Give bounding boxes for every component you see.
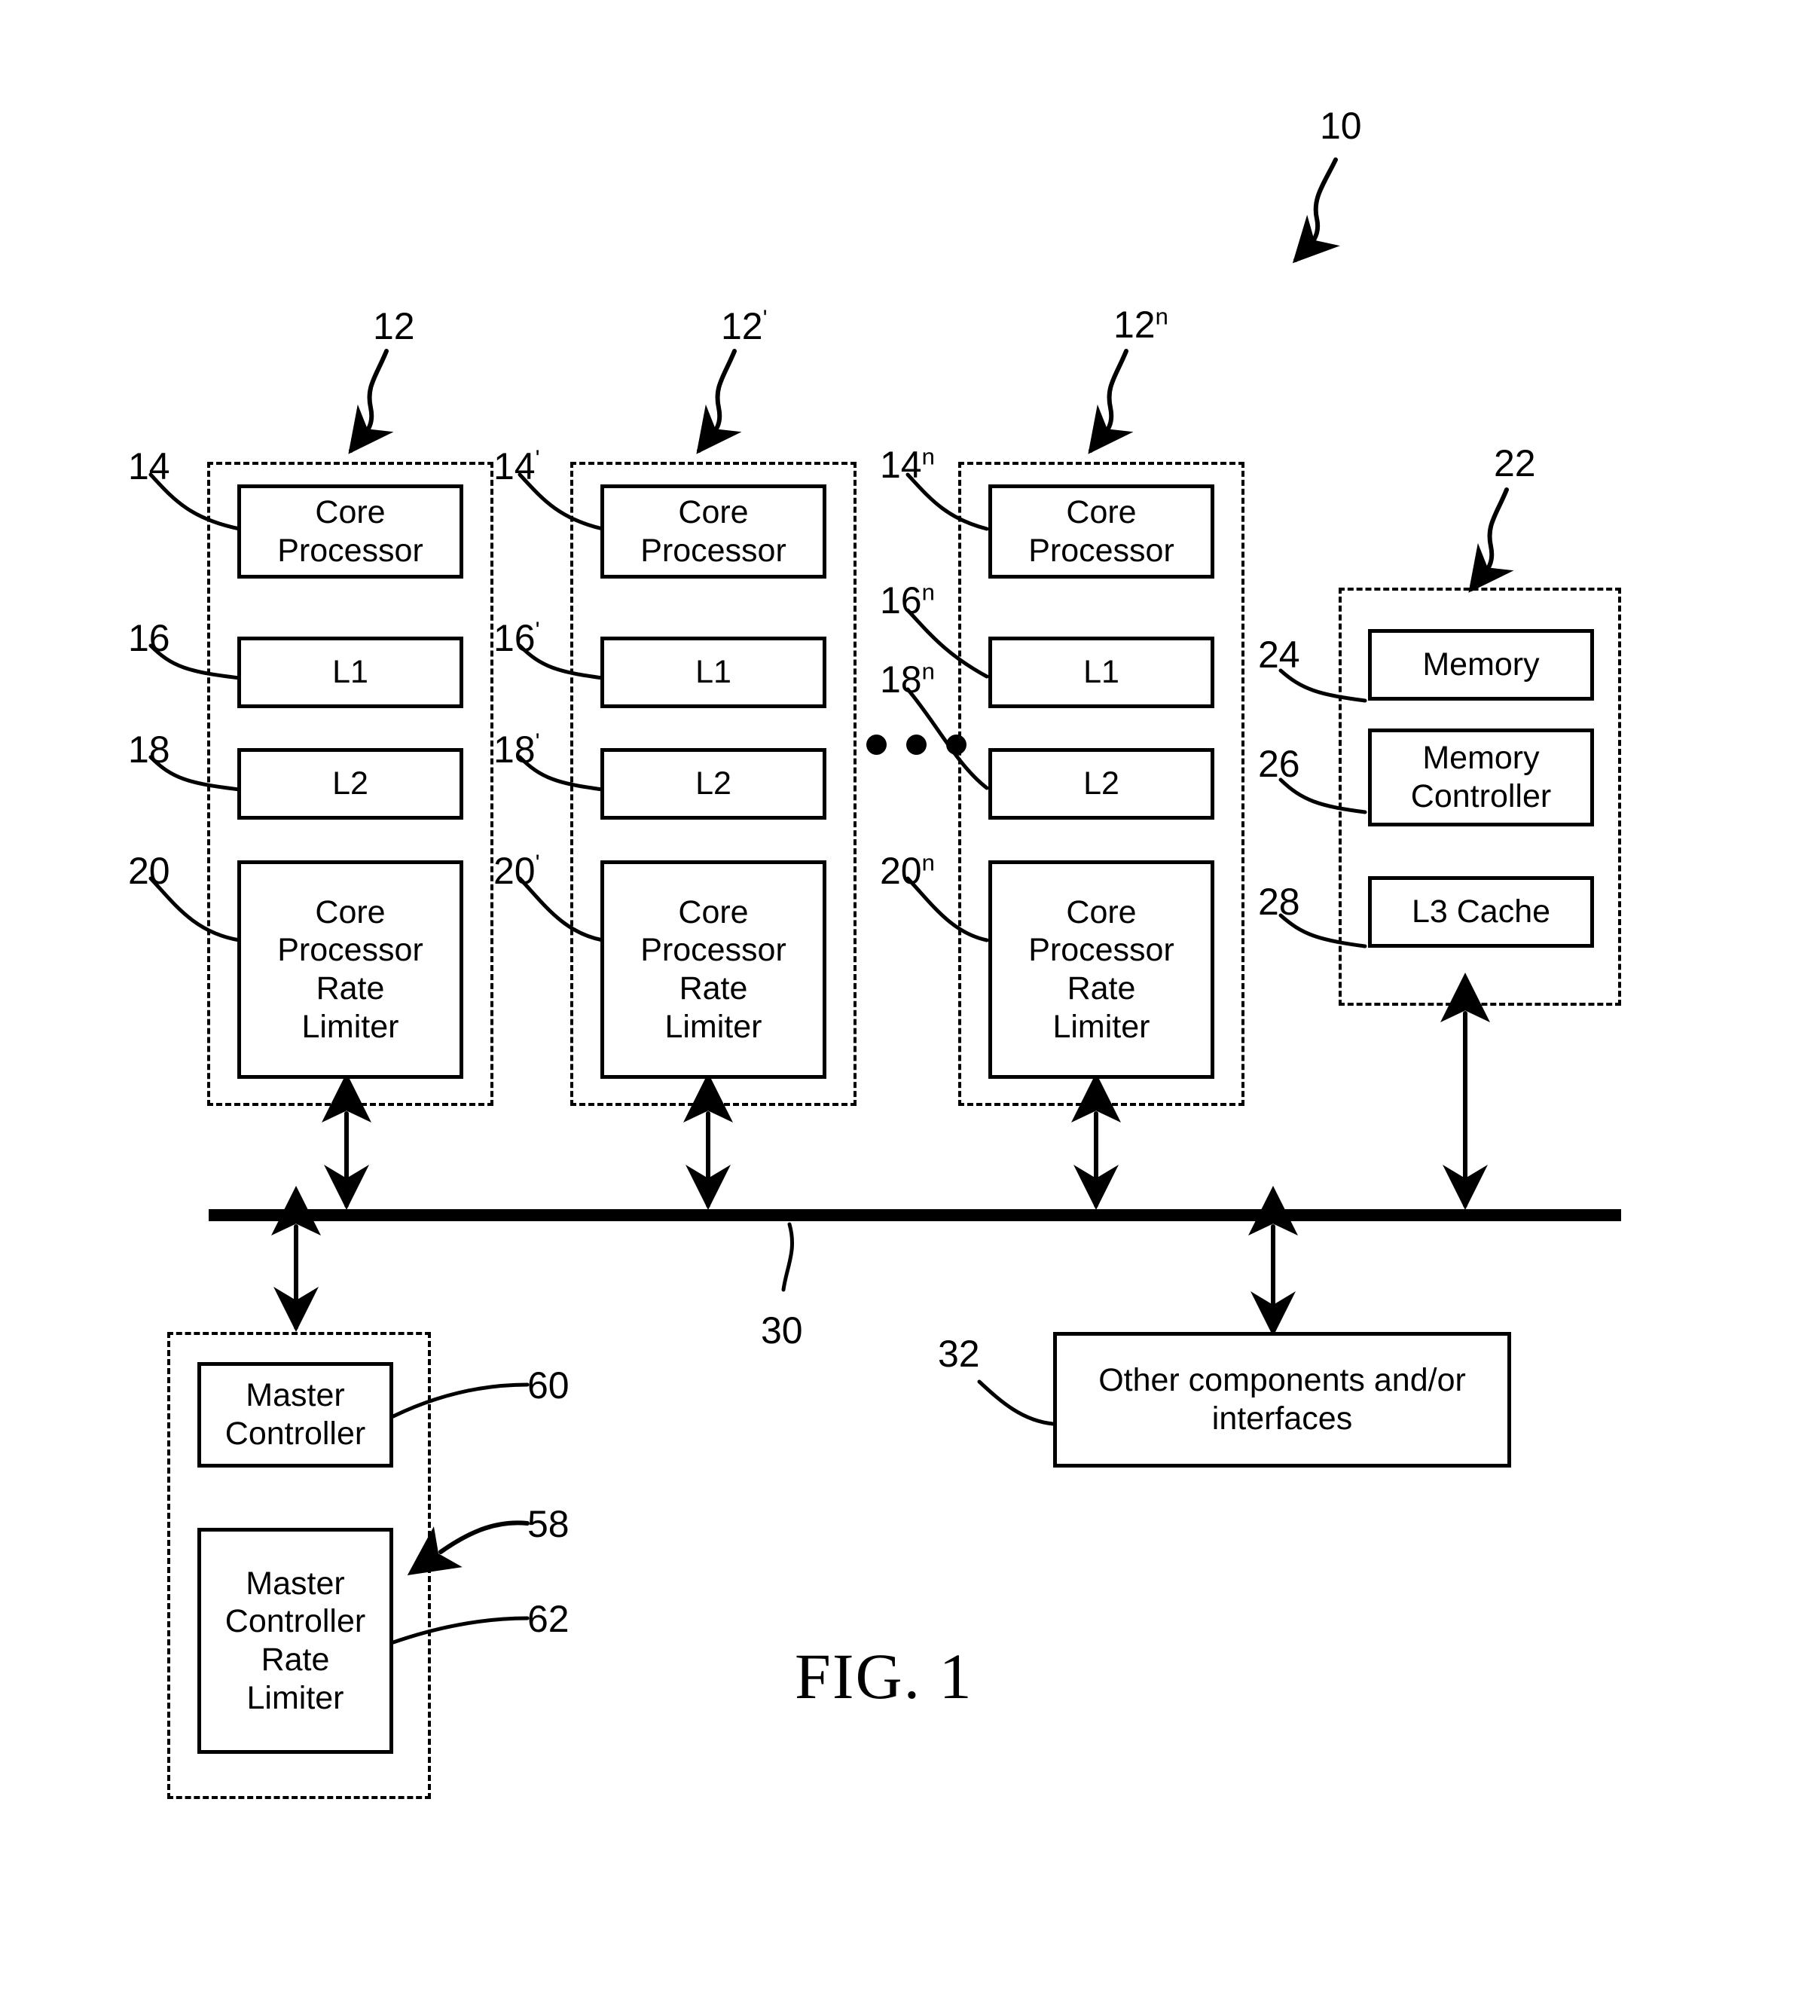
ref-12prime-text: 12 bbox=[721, 305, 763, 347]
ref-12: 12 bbox=[373, 304, 415, 348]
ref-12prime-sup: ' bbox=[762, 304, 768, 331]
ref-20-text: 20 bbox=[128, 850, 170, 892]
ref-16prime-sup: ' bbox=[535, 616, 540, 643]
ref-18: 18 bbox=[128, 728, 170, 771]
leader-58 bbox=[407, 1520, 530, 1575]
l2-label-2: L2 bbox=[695, 765, 731, 802]
ref-30: 30 bbox=[761, 1309, 803, 1352]
core-rate-limiter-box-3: Core Processor Rate Limiter bbox=[988, 860, 1214, 1079]
ref-32: 32 bbox=[938, 1333, 980, 1375]
leader-12 bbox=[348, 349, 394, 454]
ref-16n-sup: n bbox=[921, 579, 935, 606]
ref-16n-text: 16 bbox=[880, 579, 922, 622]
leader-12prime bbox=[696, 349, 742, 454]
ref-12n: 12n bbox=[1113, 303, 1168, 347]
core-processor-label-1: Core Processor bbox=[277, 493, 423, 569]
l1-box-1: L1 bbox=[237, 637, 463, 708]
core-rate-limiter-label-2: Core Processor Rate Limiter bbox=[640, 893, 786, 1045]
leader-12n bbox=[1088, 349, 1134, 454]
ref-16n: 16n bbox=[880, 579, 935, 622]
ellipsis-dot-2 bbox=[906, 735, 927, 755]
memory-controller-box: Memory Controller bbox=[1368, 729, 1594, 826]
ref-12-text: 12 bbox=[373, 305, 415, 347]
ref-28: 28 bbox=[1258, 881, 1300, 923]
leader-22 bbox=[1468, 487, 1514, 593]
ref-16: 16 bbox=[128, 616, 170, 660]
l1-label-3: L1 bbox=[1083, 654, 1119, 691]
leader-10 bbox=[1292, 157, 1340, 264]
l1-label-2: L1 bbox=[695, 654, 731, 691]
l2-box-3: L2 bbox=[988, 748, 1214, 820]
figure-caption: FIG. 1 bbox=[795, 1640, 973, 1712]
ref-14prime-sup: ' bbox=[535, 444, 540, 472]
ref-14n-sup: n bbox=[921, 443, 935, 470]
ref-22: 22 bbox=[1494, 442, 1536, 484]
ref-12prime: 12' bbox=[721, 304, 768, 348]
l1-box-3: L1 bbox=[988, 637, 1214, 708]
ref-18n-sup: n bbox=[921, 658, 935, 685]
ref-16prime: 16' bbox=[493, 616, 540, 660]
l2-box-1: L2 bbox=[237, 748, 463, 820]
master-controller-rate-limiter-label: Master Controller Rate Limiter bbox=[224, 1565, 366, 1716]
ref-10: 10 bbox=[1320, 105, 1362, 147]
l2-label-3: L2 bbox=[1083, 765, 1119, 802]
master-controller-box: Master Controller bbox=[197, 1362, 393, 1468]
ref-18prime-sup: ' bbox=[535, 728, 540, 755]
ref-18n: 18n bbox=[880, 658, 935, 701]
l2-label-1: L2 bbox=[332, 765, 368, 802]
master-controller-rate-limiter-box: Master Controller Rate Limiter bbox=[197, 1528, 393, 1754]
ref-18-text: 18 bbox=[128, 729, 170, 771]
l2-box-2: L2 bbox=[600, 748, 826, 820]
ref-18prime: 18' bbox=[493, 728, 540, 771]
memory-controller-label: Memory Controller bbox=[1410, 740, 1552, 814]
ref-20prime-text: 20 bbox=[493, 850, 536, 892]
core-processor-label-2: Core Processor bbox=[640, 493, 786, 569]
ref-16prime-text: 16 bbox=[493, 617, 536, 659]
leader-32 bbox=[977, 1379, 1055, 1426]
core-rate-limiter-box-1: Core Processor Rate Limiter bbox=[237, 860, 463, 1079]
ref-58: 58 bbox=[527, 1503, 570, 1545]
ref-20prime: 20' bbox=[493, 849, 540, 893]
ref-12-group-label-1: 14 bbox=[128, 444, 170, 488]
core-rate-limiter-box-2: Core Processor Rate Limiter bbox=[600, 860, 826, 1079]
ref-14prime: 14' bbox=[493, 444, 540, 488]
ellipsis-dot-1 bbox=[866, 735, 887, 755]
ref-20n: 20n bbox=[880, 849, 935, 893]
l3-cache-label: L3 Cache bbox=[1411, 893, 1551, 930]
core-processor-box-1: Core Processor bbox=[237, 484, 463, 579]
ref-14n-text: 14 bbox=[880, 444, 922, 486]
l1-box-2: L1 bbox=[600, 637, 826, 708]
leader-30 bbox=[781, 1222, 794, 1292]
other-components-label: Other components and/or interfaces bbox=[1098, 1362, 1466, 1437]
core-processor-box-3: Core Processor bbox=[988, 484, 1214, 579]
ref-62: 62 bbox=[527, 1598, 570, 1640]
ref-12n-text: 12 bbox=[1113, 304, 1156, 346]
l3-cache-box: L3 Cache bbox=[1368, 876, 1594, 948]
core-processor-box-2: Core Processor bbox=[600, 484, 826, 579]
core-processor-label-3: Core Processor bbox=[1028, 493, 1174, 569]
l1-label-1: L1 bbox=[332, 654, 368, 691]
ref-18prime-text: 18 bbox=[493, 729, 536, 771]
ref-60: 60 bbox=[527, 1364, 570, 1407]
ref-16-text: 16 bbox=[128, 617, 170, 659]
other-components-box: Other components and/or interfaces bbox=[1053, 1332, 1511, 1468]
ref-14n: 14n bbox=[880, 443, 935, 487]
core-rate-limiter-label-1: Core Processor Rate Limiter bbox=[277, 893, 423, 1045]
ref-26: 26 bbox=[1258, 743, 1300, 785]
ref-20prime-sup: ' bbox=[535, 849, 540, 876]
master-controller-label: Master Controller bbox=[224, 1377, 366, 1452]
ref-20: 20 bbox=[128, 849, 170, 893]
memory-box: Memory bbox=[1368, 629, 1594, 701]
ellipsis-dots bbox=[866, 735, 966, 755]
core-rate-limiter-label-3: Core Processor Rate Limiter bbox=[1028, 893, 1174, 1045]
ref-20n-text: 20 bbox=[880, 850, 922, 892]
ref-18n-text: 18 bbox=[880, 658, 922, 701]
ref-14-text: 14 bbox=[128, 445, 170, 487]
ref-20n-sup: n bbox=[921, 849, 935, 876]
ref-24: 24 bbox=[1258, 634, 1300, 676]
memory-label: Memory bbox=[1422, 646, 1540, 683]
patent-figure-fig-1: 10 14 12 16 18 20 Core Processor L1 L2 C… bbox=[0, 0, 1820, 2016]
ref-12n-sup: n bbox=[1155, 303, 1168, 330]
ref-14prime-text: 14 bbox=[493, 445, 536, 487]
